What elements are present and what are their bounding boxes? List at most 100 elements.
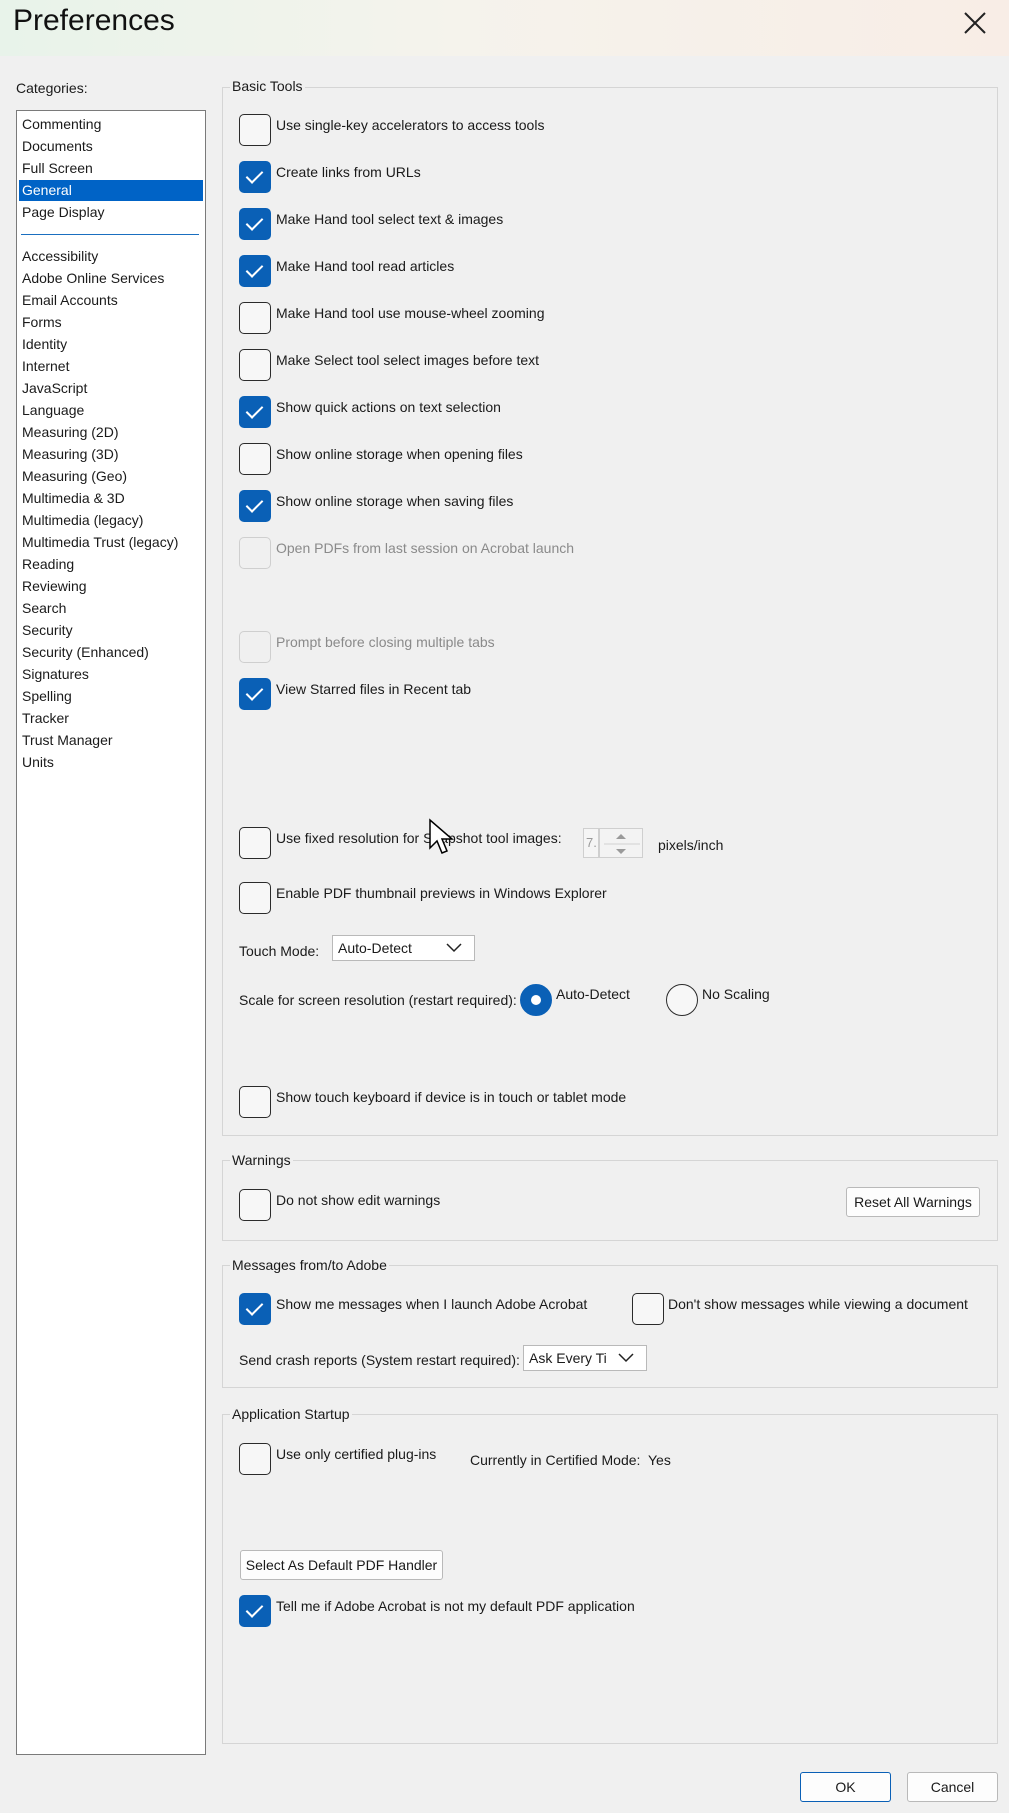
launch-messages-checkbox[interactable] <box>239 1293 271 1325</box>
cancel-button[interactable]: Cancel <box>907 1772 998 1802</box>
category-reading[interactable]: Reading <box>19 554 203 575</box>
scale-no-scaling-label: No Scaling <box>702 986 770 1002</box>
certified-plugins-checkbox[interactable] <box>239 1443 271 1475</box>
category-security-enhanced[interactable]: Security (Enhanced) <box>19 642 203 663</box>
scale-auto-detect-label: Auto-Detect <box>556 986 630 1002</box>
hand-tool-select-label: Make Hand tool select text & images <box>276 211 504 227</box>
stepper-arrows[interactable] <box>599 828 643 858</box>
category-javascript[interactable]: JavaScript <box>19 378 203 399</box>
category-general[interactable]: General <box>19 180 203 201</box>
mouse-cursor-icon <box>429 818 454 854</box>
ok-button[interactable]: OK <box>800 1772 891 1802</box>
select-tool-images-checkbox[interactable] <box>239 349 271 381</box>
online-storage-save-label: Show online storage when saving files <box>276 493 514 509</box>
touch-mode-label: Touch Mode: <box>239 943 320 959</box>
category-commenting[interactable]: Commenting <box>19 114 203 135</box>
edit-warnings-label: Do not show edit warnings <box>276 1192 441 1208</box>
crash-reports-value: Ask Every Ti <box>529 1350 607 1366</box>
thumbnail-previews-checkbox[interactable] <box>239 882 271 914</box>
category-measuring-3d[interactable]: Measuring (3D) <box>19 444 203 465</box>
chevron-down-icon <box>618 1353 634 1363</box>
online-storage-save-checkbox[interactable] <box>239 490 271 522</box>
quick-actions-checkbox[interactable] <box>239 396 271 428</box>
messages-title: Messages from/to Adobe <box>230 1257 389 1273</box>
default-pdf-handler-button[interactable]: Select As Default PDF Handler <box>240 1550 443 1580</box>
touch-keyboard-checkbox[interactable] <box>239 1086 271 1118</box>
chevron-down-icon <box>446 943 462 953</box>
category-measuring-geo[interactable]: Measuring (Geo) <box>19 466 203 487</box>
edit-warnings-checkbox[interactable] <box>239 1189 271 1221</box>
category-search[interactable]: Search <box>19 598 203 619</box>
create-links-label: Create links from URLs <box>276 164 421 180</box>
reset-all-warnings-button[interactable]: Reset All Warnings <box>846 1187 980 1217</box>
hand-tool-zoom-label: Make Hand tool use mouse-wheel zooming <box>276 305 545 321</box>
default-app-check-label: Tell me if Adobe Acrobat is not my defau… <box>276 1598 635 1614</box>
close-icon[interactable] <box>960 8 990 38</box>
open-last-session-checkbox <box>239 537 271 569</box>
starred-files-checkbox[interactable] <box>239 678 271 710</box>
scale-label: Scale for screen resolution (restart req… <box>239 992 517 1008</box>
scale-no-scaling-radio[interactable] <box>666 984 698 1016</box>
hand-tool-zoom-checkbox[interactable] <box>239 302 271 334</box>
categories-label: Categories: <box>16 80 88 96</box>
single-key-accelerators-label: Use single-key accelerators to access to… <box>276 117 545 133</box>
touch-keyboard-label: Show touch keyboard if device is in touc… <box>276 1089 627 1105</box>
create-links-checkbox[interactable] <box>239 161 271 193</box>
category-multimedia-3d[interactable]: Multimedia & 3D <box>19 488 203 509</box>
hand-tool-select-checkbox[interactable] <box>239 208 271 240</box>
default-app-check-checkbox[interactable] <box>239 1595 271 1627</box>
window-title: Preferences <box>13 4 175 37</box>
basic-tools-title: Basic Tools <box>230 78 305 94</box>
category-adobe-online-services[interactable]: Adobe Online Services <box>19 268 203 289</box>
category-email-accounts[interactable]: Email Accounts <box>19 290 203 311</box>
title-bar: Preferences <box>0 0 1009 56</box>
thumbnail-previews-label: Enable PDF thumbnail previews in Windows… <box>276 885 607 901</box>
category-identity[interactable]: Identity <box>19 334 203 355</box>
certified-mode-value: Yes <box>648 1452 671 1468</box>
basic-tools-group <box>222 87 998 1136</box>
category-units[interactable]: Units <box>19 752 203 773</box>
category-full-screen[interactable]: Full Screen <box>19 158 203 179</box>
crash-reports-label: Send crash reports (System restart requi… <box>239 1352 520 1368</box>
viewing-messages-label: Don't show messages while viewing a docu… <box>668 1296 968 1312</box>
open-last-session-label: Open PDFs from last session on Acrobat l… <box>276 540 575 556</box>
category-documents[interactable]: Documents <box>19 136 203 157</box>
touch-mode-dropdown[interactable]: Auto-Detect <box>332 935 475 961</box>
select-tool-images-label: Make Select tool select images before te… <box>276 352 540 368</box>
category-multimedia-legacy[interactable]: Multimedia (legacy) <box>19 510 203 531</box>
crash-reports-dropdown[interactable]: Ask Every Ti <box>523 1345 647 1371</box>
category-divider <box>21 234 199 235</box>
category-spelling[interactable]: Spelling <box>19 686 203 707</box>
snapshot-resolution-label: Use fixed resolution for Snapshot tool i… <box>276 830 562 846</box>
scale-auto-detect-radio[interactable] <box>520 984 552 1016</box>
category-reviewing[interactable]: Reviewing <box>19 576 203 597</box>
snapshot-resolution-value[interactable]: 7. <box>583 828 599 858</box>
starred-files-label: View Starred files in Recent tab <box>276 681 472 697</box>
online-storage-open-checkbox[interactable] <box>239 443 271 475</box>
viewing-messages-checkbox[interactable] <box>632 1293 664 1325</box>
category-internet[interactable]: Internet <box>19 356 203 377</box>
single-key-accelerators-checkbox[interactable] <box>239 114 271 146</box>
snapshot-resolution-stepper[interactable]: 7. <box>583 828 643 858</box>
category-forms[interactable]: Forms <box>19 312 203 333</box>
touch-mode-value: Auto-Detect <box>338 940 412 956</box>
category-trust-manager[interactable]: Trust Manager <box>19 730 203 751</box>
category-page-display[interactable]: Page Display <box>19 202 203 223</box>
category-security[interactable]: Security <box>19 620 203 641</box>
hand-tool-articles-label: Make Hand tool read articles <box>276 258 455 274</box>
launch-messages-label: Show me messages when I launch Adobe Acr… <box>276 1296 588 1312</box>
category-multimedia-trust-legacy[interactable]: Multimedia Trust (legacy) <box>19 532 203 553</box>
category-language[interactable]: Language <box>19 400 203 421</box>
categories-list: Commenting Documents Full Screen General… <box>16 110 206 1755</box>
warnings-title: Warnings <box>230 1152 293 1168</box>
category-signatures[interactable]: Signatures <box>19 664 203 685</box>
quick-actions-label: Show quick actions on text selection <box>276 399 501 415</box>
prompt-closing-tabs-checkbox <box>239 631 271 663</box>
category-measuring-2d[interactable]: Measuring (2D) <box>19 422 203 443</box>
hand-tool-articles-checkbox[interactable] <box>239 255 271 287</box>
snapshot-resolution-checkbox[interactable] <box>239 827 271 859</box>
category-accessibility[interactable]: Accessibility <box>19 246 203 267</box>
category-tracker[interactable]: Tracker <box>19 708 203 729</box>
online-storage-open-label: Show online storage when opening files <box>276 446 523 462</box>
certified-mode-label: Currently in Certified Mode: <box>470 1452 641 1468</box>
